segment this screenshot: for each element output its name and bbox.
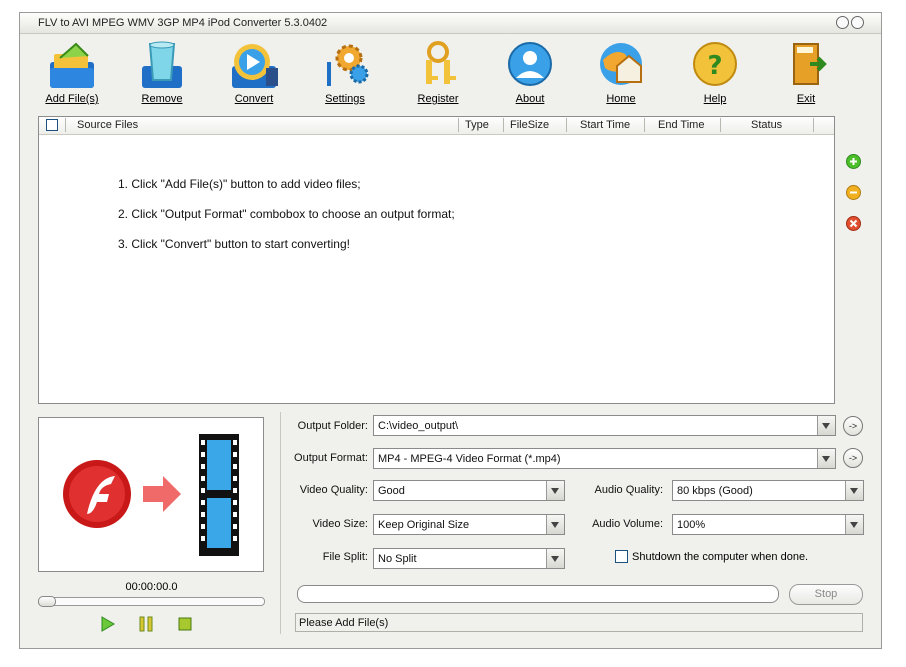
chevron-down-icon[interactable] bbox=[845, 481, 863, 500]
shutdown-label: Shutdown the computer when done. bbox=[632, 551, 809, 563]
browse-folder-button[interactable]: -> bbox=[843, 416, 863, 436]
about-button[interactable]: About bbox=[488, 38, 572, 108]
col-start-time[interactable]: Start Time bbox=[580, 119, 630, 131]
video-size-value: Keep Original Size bbox=[378, 519, 470, 531]
col-status[interactable]: Status bbox=[751, 119, 782, 131]
register-button[interactable]: Register bbox=[396, 38, 480, 108]
close-button[interactable] bbox=[851, 16, 864, 29]
exit-button[interactable]: Exit bbox=[764, 38, 848, 108]
register-label: Register bbox=[417, 93, 459, 105]
remove-button[interactable]: Remove bbox=[120, 38, 204, 108]
convert-label: Convert bbox=[234, 93, 274, 105]
exit-door-icon bbox=[793, 43, 827, 85]
video-preview bbox=[38, 417, 264, 572]
clear-list-icon[interactable] bbox=[846, 216, 861, 231]
output-format-label: Output Format: bbox=[294, 452, 368, 464]
video-quality-value: Good bbox=[378, 485, 405, 497]
audio-quality-value: 80 kbps (Good) bbox=[677, 485, 753, 497]
chevron-down-icon[interactable] bbox=[546, 481, 564, 500]
col-filesize[interactable]: FileSize bbox=[510, 119, 549, 131]
home-label: Home bbox=[606, 93, 636, 105]
output-format-select[interactable]: MP4 - MPEG-4 Video Format (*.mp4) bbox=[373, 448, 836, 469]
instruction-1: 1. Click "Add File(s)" button to add vid… bbox=[118, 177, 361, 191]
chevron-down-icon[interactable] bbox=[817, 416, 835, 435]
play-convert-icon bbox=[232, 44, 278, 88]
key-icon bbox=[426, 41, 456, 84]
seek-slider[interactable] bbox=[38, 597, 265, 606]
col-type[interactable]: Type bbox=[465, 119, 489, 131]
status-bar: Please Add File(s) bbox=[295, 613, 863, 632]
format-settings-button[interactable]: -> bbox=[843, 448, 863, 468]
video-size-label: Video Size: bbox=[312, 518, 368, 530]
play-icon[interactable] bbox=[100, 616, 116, 632]
video-quality-select[interactable]: Good bbox=[373, 480, 565, 501]
seek-slider-knob[interactable] bbox=[38, 596, 56, 607]
video-size-select[interactable]: Keep Original Size bbox=[373, 514, 565, 535]
settings-button[interactable]: Settings bbox=[303, 38, 387, 108]
user-icon bbox=[508, 42, 552, 86]
file-split-label: File Split: bbox=[322, 551, 368, 563]
help-button[interactable]: ? Help bbox=[673, 38, 757, 108]
output-folder-value: C:\video_output\ bbox=[378, 420, 459, 432]
trash-icon bbox=[142, 41, 182, 88]
instruction-3: 3. Click "Convert" button to start conve… bbox=[118, 237, 350, 251]
exit-label: Exit bbox=[796, 93, 816, 105]
col-end-time[interactable]: End Time bbox=[658, 119, 704, 131]
home-button[interactable]: Home bbox=[579, 38, 663, 108]
chevron-down-icon[interactable] bbox=[546, 549, 564, 568]
file-list[interactable] bbox=[38, 116, 835, 404]
file-list-header: Source Files Type FileSize Start Time En… bbox=[39, 117, 834, 135]
flash-to-video-graphic bbox=[63, 434, 239, 556]
add-files-label: Add File(s) bbox=[45, 93, 99, 105]
instruction-2: 2. Click "Output Format" combobox to cho… bbox=[118, 207, 455, 221]
remove-label: Remove bbox=[141, 93, 183, 105]
chevron-down-icon[interactable] bbox=[845, 515, 863, 534]
svg-text:?: ? bbox=[707, 51, 722, 81]
gear-icon bbox=[327, 44, 369, 86]
audio-volume-select[interactable]: 100% bbox=[672, 514, 864, 535]
stop-icon[interactable] bbox=[177, 616, 193, 632]
chevron-down-icon[interactable] bbox=[817, 449, 835, 468]
help-label: Help bbox=[703, 93, 727, 105]
settings-label: Settings bbox=[325, 93, 365, 105]
audio-volume-label: Audio Volume: bbox=[592, 518, 663, 530]
help-icon: ? bbox=[693, 42, 737, 86]
chevron-down-icon[interactable] bbox=[546, 515, 564, 534]
window-title: FLV to AVI MPEG WMV 3GP MP4 iPod Convert… bbox=[38, 17, 328, 29]
add-item-icon[interactable] bbox=[846, 154, 861, 169]
playback-time: 00:00:00.0 bbox=[125, 581, 178, 593]
audio-volume-value: 100% bbox=[677, 519, 706, 531]
shutdown-checkbox[interactable] bbox=[615, 550, 628, 563]
audio-quality-label: Audio Quality: bbox=[594, 484, 663, 496]
file-split-value: No Split bbox=[378, 553, 417, 565]
conversion-progress-bar bbox=[297, 585, 779, 603]
audio-quality-select[interactable]: 80 kbps (Good) bbox=[672, 480, 864, 501]
output-folder-label: Output Folder: bbox=[297, 420, 368, 432]
output-format-value: MP4 - MPEG-4 Video Format (*.mp4) bbox=[378, 453, 561, 465]
home-globe-icon bbox=[600, 43, 642, 85]
status-text: Please Add File(s) bbox=[299, 617, 389, 629]
video-quality-label: Video Quality: bbox=[299, 484, 368, 496]
add-folder-icon bbox=[50, 42, 94, 88]
stop-button[interactable]: Stop bbox=[789, 584, 863, 605]
minimize-button[interactable] bbox=[836, 16, 849, 29]
file-split-select[interactable]: No Split bbox=[373, 548, 565, 569]
pause-icon[interactable] bbox=[138, 616, 154, 632]
select-all-checkbox[interactable] bbox=[46, 119, 58, 131]
panel-divider bbox=[280, 412, 281, 634]
remove-item-icon[interactable] bbox=[846, 185, 861, 200]
convert-button[interactable]: Convert bbox=[212, 38, 296, 108]
about-label: About bbox=[515, 93, 545, 105]
output-folder-select[interactable]: C:\video_output\ bbox=[373, 415, 836, 436]
title-bar: FLV to AVI MPEG WMV 3GP MP4 iPod Convert… bbox=[20, 13, 881, 34]
add-files-button[interactable]: Add File(s) bbox=[30, 38, 114, 108]
col-source-files[interactable]: Source Files bbox=[77, 119, 138, 131]
